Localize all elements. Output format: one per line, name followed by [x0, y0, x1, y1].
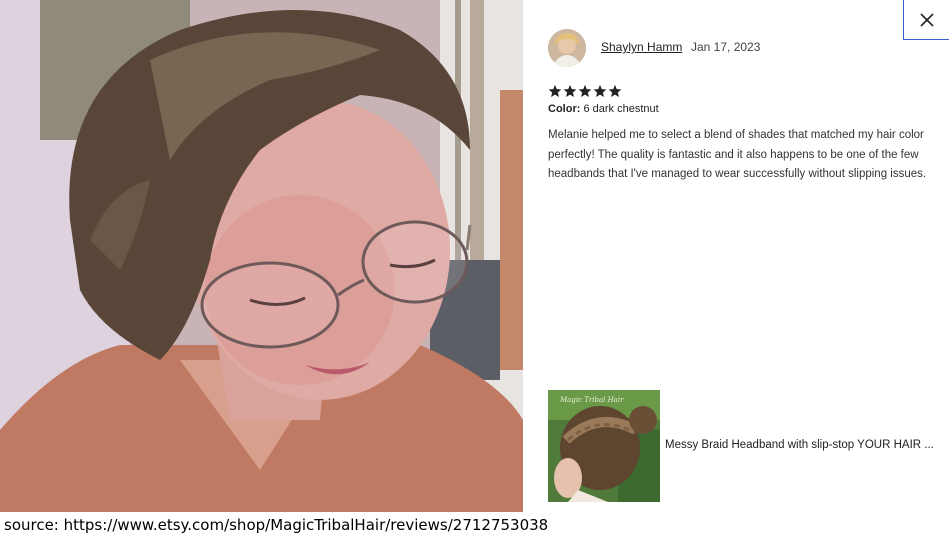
star-icon: [593, 84, 607, 98]
star-icon: [608, 84, 622, 98]
star-rating: [548, 84, 622, 98]
star-icon: [548, 84, 562, 98]
product-thumb-watermark: Magic Tribal Hair: [559, 396, 624, 404]
review-text: Melanie helped me to select a blend of s…: [548, 129, 927, 181]
variation-info: Color: 6 dark chestnut: [548, 103, 659, 115]
product-thumbnail[interactable]: Magic Tribal Hair: [548, 390, 660, 502]
review-photo[interactable]: [0, 0, 523, 512]
variation-value: 6 dark chestnut: [583, 103, 659, 115]
reviewer-name-link[interactable]: Shaylyn Hamm: [601, 40, 682, 54]
product-title-link[interactable]: Messy Braid Headband with slip-stop YOUR…: [665, 439, 945, 451]
review-date: Jan 17, 2023: [691, 40, 761, 54]
close-icon: [919, 12, 934, 27]
variation-label: Color:: [548, 103, 581, 115]
reviewer-avatar: [548, 29, 586, 67]
star-icon: [563, 84, 577, 98]
close-button[interactable]: [903, 0, 949, 40]
star-icon: [578, 84, 592, 98]
source-caption: source: https://www.etsy.com/shop/MagicT…: [4, 516, 549, 534]
